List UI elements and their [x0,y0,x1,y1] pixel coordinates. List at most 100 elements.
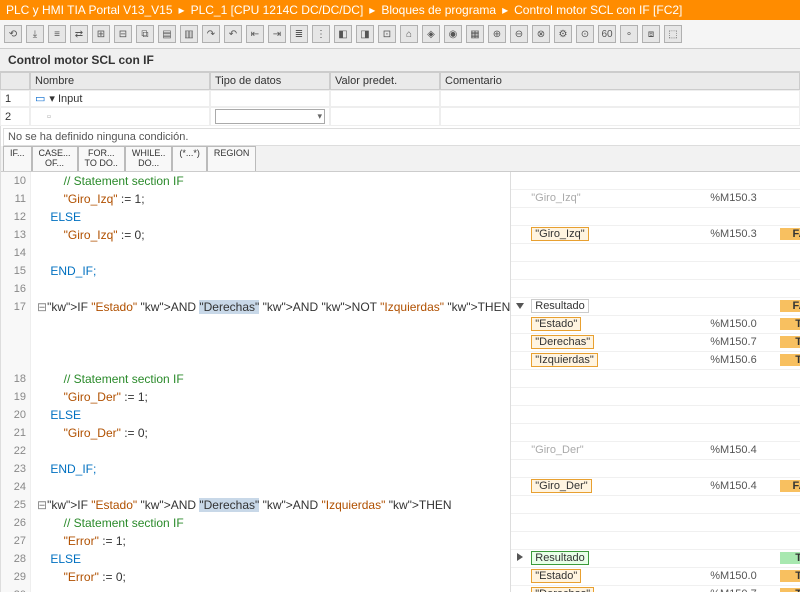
code-line[interactable]: ELSE [37,550,510,568]
type-dropdown[interactable] [215,109,325,124]
monitor-row: "Giro_Der"%M150.4 [511,442,800,460]
monitor-row: "Giro_Izq"%M150.3 [511,190,800,208]
breadcrumb-item[interactable]: PLC y HMI TIA Portal V13_V15 [6,3,173,17]
toolbar-button[interactable]: ⋮ [312,25,330,43]
code-line[interactable] [37,334,510,352]
code-line[interactable]: ELSE [37,208,510,226]
snippet-tab[interactable]: IF... [3,146,32,171]
monitor-row [511,280,800,298]
toolbar-button[interactable]: ⊞ [92,25,110,43]
code-line[interactable]: // Statement section IF [37,370,510,388]
toolbar-button[interactable]: ↷ [202,25,220,43]
toolbar-button[interactable]: ◈ [422,25,440,43]
monitor-row: ResultadoTRUE [511,550,800,568]
code-line[interactable] [37,478,510,496]
toolbar-button[interactable]: ⧉ [136,25,154,43]
snippet-tab[interactable]: REGION [207,146,257,171]
toolbar-button[interactable]: ▦ [466,25,484,43]
iface-header [0,72,30,90]
code-line[interactable]: END_IF; [37,262,510,280]
code-line[interactable]: "Giro_Der" := 0; [37,424,510,442]
monitor-row [511,244,800,262]
code-line[interactable]: // Statement section IF [37,172,510,190]
code-line[interactable]: "Error" := 0; [37,568,510,586]
iface-header: Tipo de datos [210,72,330,90]
code-line[interactable]: END_IF; [37,460,510,478]
monitor-row [511,262,800,280]
code-line[interactable] [37,586,510,592]
monitor-row [511,496,800,514]
toolbar-button[interactable]: ⇥ [268,25,286,43]
code-line[interactable] [37,442,510,460]
monitor-row: "Derechas"%M150.7TRUE [511,334,800,352]
iface-header: Valor predet. [330,72,440,90]
toolbar-button[interactable]: ⧈ [642,25,660,43]
toolbar-button[interactable]: ⌂ [400,25,418,43]
toolbar-button[interactable]: ⟲ [4,25,22,43]
code-line[interactable]: "Giro_Izq" := 0; [37,226,510,244]
snippet-tab[interactable]: CASE...OF... [32,146,78,171]
toolbar-button[interactable]: ⤓ [26,25,44,43]
monitor-row [511,172,800,190]
page-title: Control motor SCL con IF [0,49,800,72]
toolbar-button[interactable]: ▤ [158,25,176,43]
toolbar-button[interactable]: ⇄ [70,25,88,43]
code-line[interactable]: ⊟"kw">IF "Estado" "kw">AND "Derechas" "k… [37,298,510,316]
snippet-tab[interactable]: WHILE..DO... [125,146,173,171]
toolbar-button[interactable]: ⊖ [510,25,528,43]
code-line[interactable] [37,352,510,370]
toolbar-button[interactable]: ⬚ [664,25,682,43]
toolbar-button[interactable]: ◉ [444,25,462,43]
monitor-row [511,514,800,532]
toolbar-button[interactable]: ◧ [334,25,352,43]
monitor-row: "Estado"%M150.0TRUE [511,568,800,586]
snippet-tabs: IF...CASE...OF...FOR...TO DO..WHILE..DO.… [1,146,800,172]
variable-monitor: "Giro_Izq"%M150.3 "Giro_Izq"%M150.3FALSE R… [510,172,800,592]
monitor-row: "Izquierdas"%M150.6TRUE [511,352,800,370]
code-line[interactable]: "Error" := 1; [37,532,510,550]
monitor-row: ResultadoFALSE [511,298,800,316]
snippet-tab[interactable]: (*...*) [172,146,207,171]
code-line[interactable]: ⊟"kw">IF "Estado" "kw">AND "Derechas" "k… [37,496,510,514]
line-numbers: 1011121314151617181920212223242526272829… [1,172,31,592]
snippet-tab[interactable]: FOR...TO DO.. [78,146,125,171]
code-line[interactable]: "Giro_Der" := 1; [37,388,510,406]
code-line[interactable]: ELSE [37,406,510,424]
toolbar-button[interactable]: ⊙ [576,25,594,43]
toolbar-button[interactable]: ⊗ [532,25,550,43]
code-line[interactable]: "Giro_Izq" := 1; [37,190,510,208]
code-line[interactable] [37,316,510,334]
toolbar-button[interactable]: ≣ [290,25,308,43]
code-line[interactable] [37,280,510,298]
code-line[interactable] [37,244,510,262]
interface-table: NombreTipo de datosValor predet.Comentar… [0,72,800,126]
monitor-row [511,460,800,478]
monitor-row: "Estado"%M150.0TRUE [511,316,800,334]
breadcrumb-item[interactable]: Bloques de programa [381,3,496,17]
breadcrumb: PLC y HMI TIA Portal V13_V15▸PLC_1 [CPU … [0,0,800,20]
toolbar-button[interactable]: ↶ [224,25,242,43]
no-condition-msg: No se ha definido ninguna condición. [3,128,800,146]
code-line[interactable]: // Statement section IF [37,514,510,532]
toolbar-button[interactable]: ▥ [180,25,198,43]
iface-header: Nombre [30,72,210,90]
monitor-row: "Giro_Der"%M150.4FALSE [511,478,800,496]
toolbar-button[interactable]: ◨ [356,25,374,43]
iface-name-cell[interactable]: ▭ ▾ Input [30,90,210,107]
toolbar-button[interactable]: ⇤ [246,25,264,43]
toolbar-button[interactable]: ⚙ [554,25,572,43]
toolbar-button[interactable]: ⊟ [114,25,132,43]
code-editor[interactable]: // Statement section IF "Giro_Izq" := 1;… [31,172,510,592]
breadcrumb-item[interactable]: PLC_1 [CPU 1214C DC/DC/DC] [191,3,364,17]
toolbar-button[interactable]: 60 [598,25,616,43]
monitor-row: "Derechas"%M150.7TRUE [511,586,800,592]
iface-header: Comentario [440,72,800,90]
breadcrumb-item[interactable]: Control motor SCL con IF [FC2] [514,3,682,17]
toolbar-button[interactable]: ⊕ [488,25,506,43]
toolbar-button[interactable]: ⊡ [378,25,396,43]
toolbar-button[interactable]: ∘ [620,25,638,43]
toolbar-button[interactable]: ≡ [48,25,66,43]
iface-name-cell[interactable]: ▫ [30,107,210,126]
monitor-row [511,208,800,226]
monitor-row: "Giro_Izq"%M150.3FALSE [511,226,800,244]
